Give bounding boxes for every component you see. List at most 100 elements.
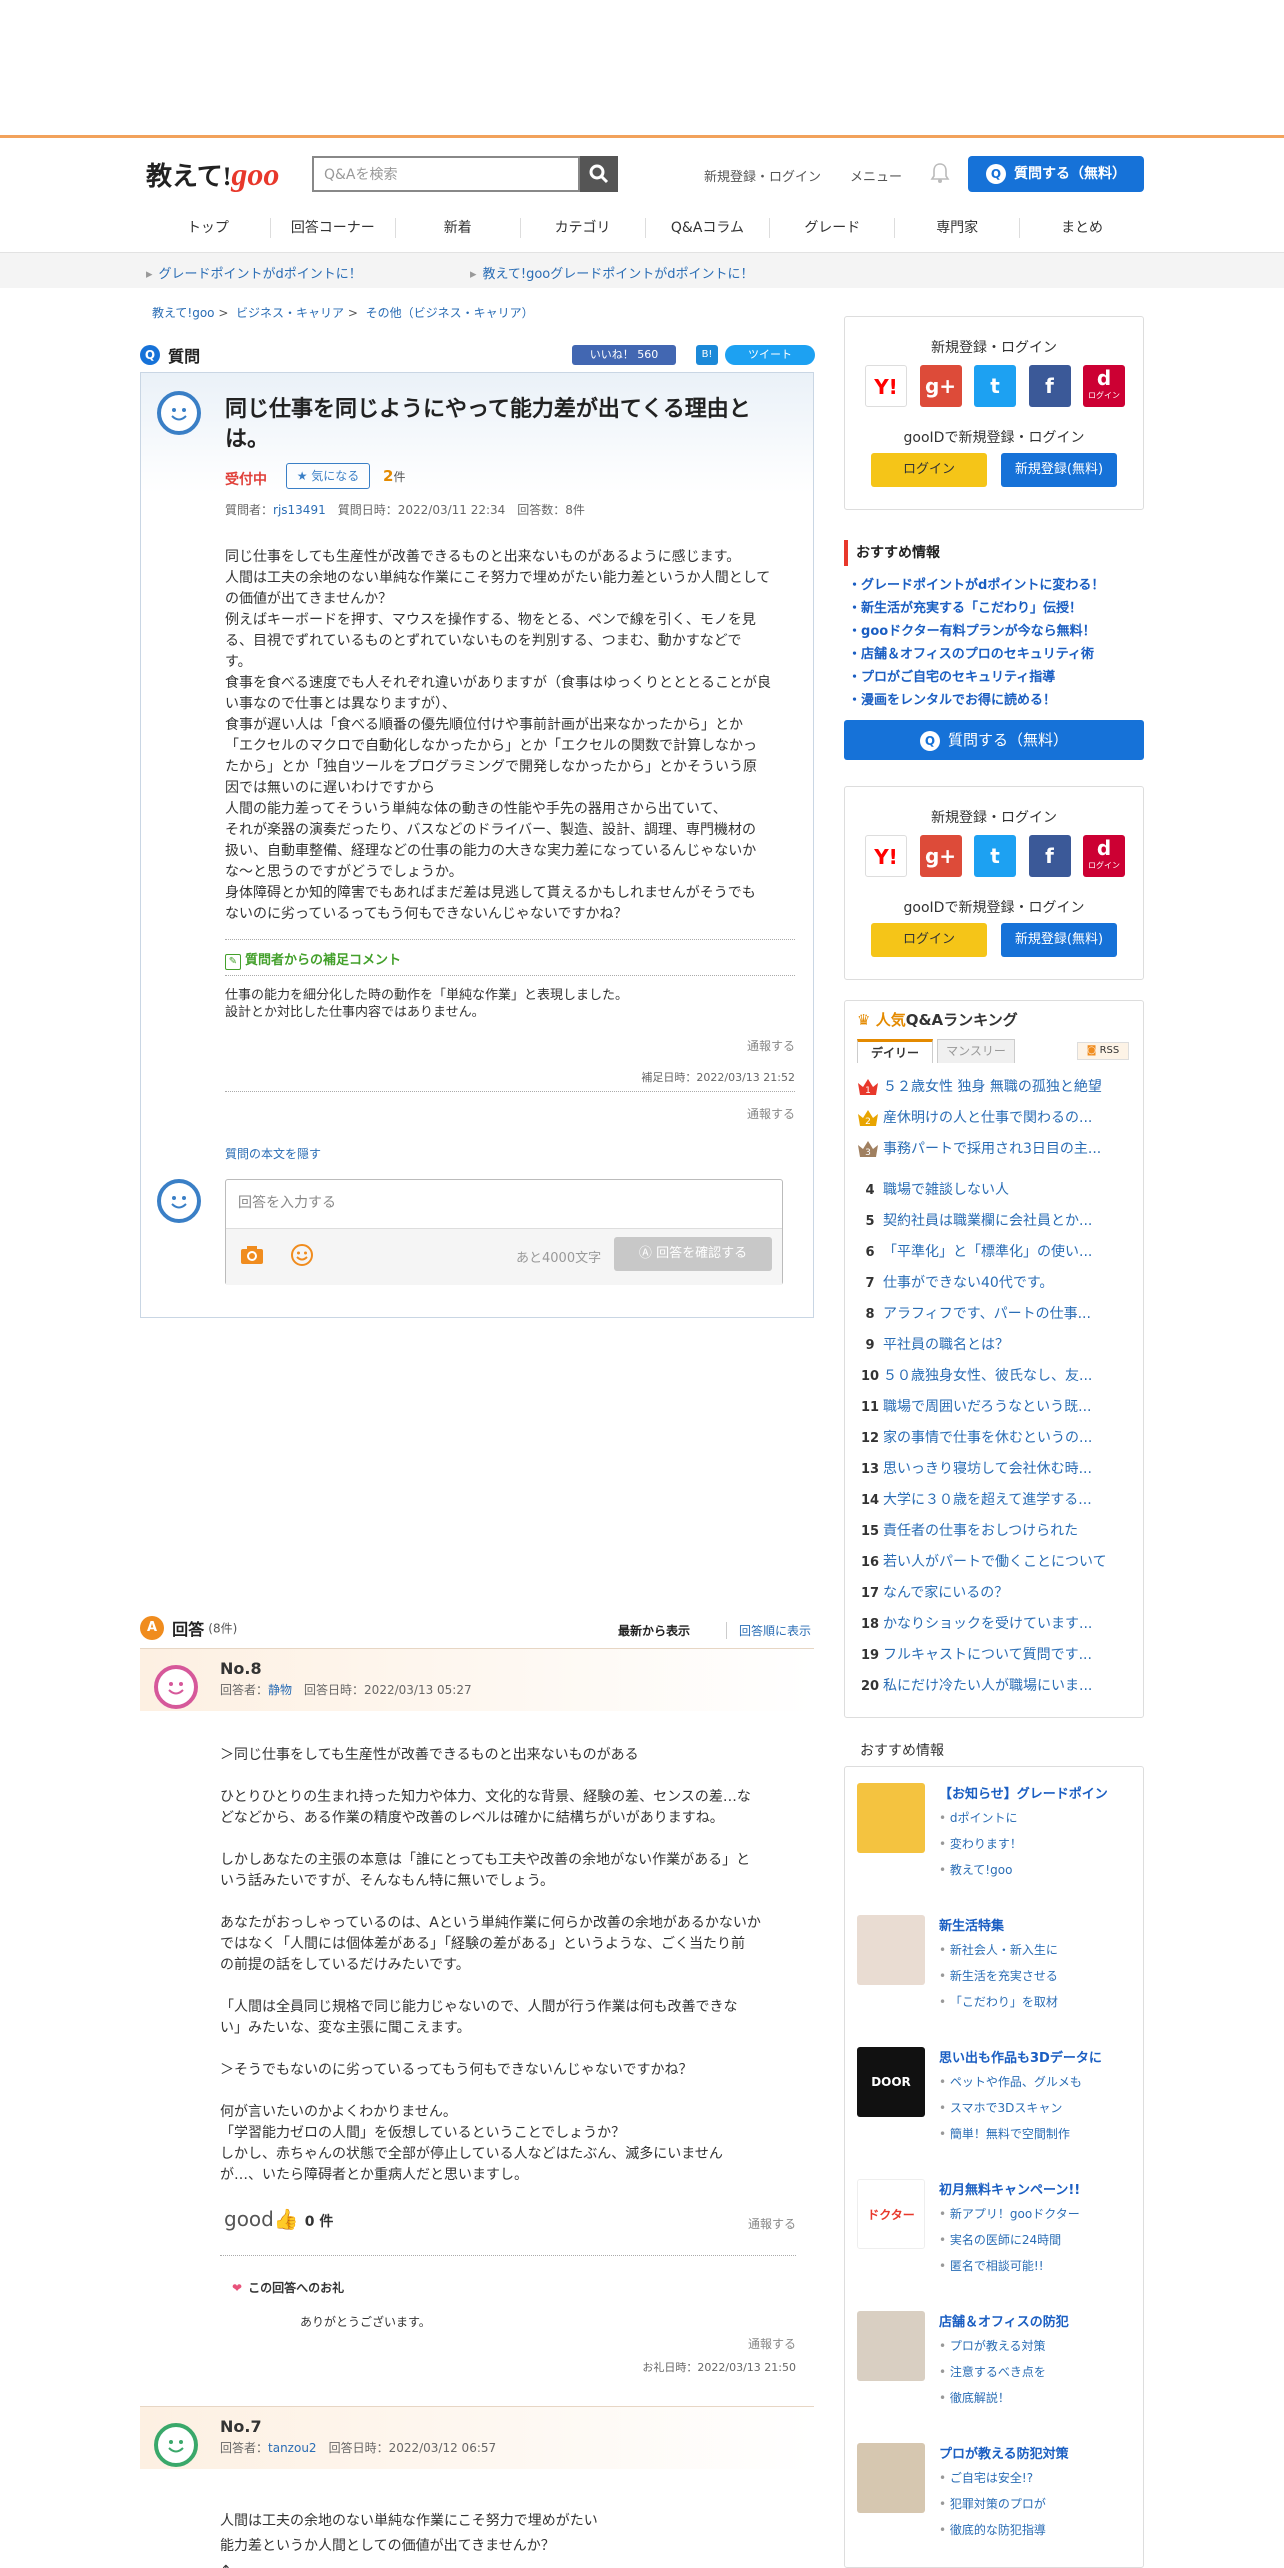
login-button[interactable]: ログイン [871,923,987,957]
feature-link[interactable]: 新生活を充実させる [939,1967,1058,1984]
recommended-link[interactable]: グレードポイントがdポイントに変わる！ [848,574,1148,597]
feature-title[interactable]: 新生活特集 [939,1915,1004,1934]
feature-item[interactable]: プロが教える防犯対策ご自宅は安全!? 犯罪対策のプロが徹底的な防犯指導 [857,2443,1143,2553]
ranking-link[interactable]: 私にだけ冷たい人が職場にいま... [883,1678,1092,1694]
feature-link[interactable]: 徹底的な防犯指導 [939,2521,1046,2538]
breadcrumb-home[interactable]: 教えて!goo [152,306,215,320]
nav-grade[interactable]: グレード [770,218,896,238]
feature-thumbnail[interactable] [857,1915,925,1985]
facebook-icon[interactable]: f [1028,835,1071,877]
ranking-link[interactable]: 大学に３０歳を超えて進学する... [883,1492,1092,1508]
ranking-item[interactable]: 5 契約社員は職業欄に会社員とか... [857,1209,1135,1240]
ranking-link[interactable]: 産休明けの人と仕事で関わるの... [883,1110,1092,1126]
feature-title[interactable]: 思い出も作品も3Dデータに [939,2047,1102,2066]
facebook-like-button[interactable]: いいね！ 560 [572,345,676,365]
ranking-item[interactable]: 2 産休明けの人と仕事で関わるの... [857,1106,1135,1137]
feature-link[interactable]: 注意するべき点を [939,2363,1046,2380]
breadcrumb-subcategory[interactable]: その他（ビジネス・キャリア） [366,306,534,320]
feature-title[interactable]: 初月無料キャンペーン!! [939,2179,1080,2198]
notice-link[interactable]: グレードポイントがdポイントに！ [146,263,362,282]
sort-oldest[interactable]: 回答順に表示 [726,1622,811,1639]
ranking-link[interactable]: ５０歳独身女性、彼氏なし、友... [883,1368,1092,1384]
feature-thumbnail[interactable] [857,1783,925,1853]
bell-icon[interactable] [930,162,950,188]
ranking-link[interactable]: かなりショックを受けています... [883,1616,1092,1632]
ranking-item[interactable]: 7 仕事ができない40代です。 [857,1271,1135,1302]
ranking-item[interactable]: 14 大学に３０歳を超えて進学する... [857,1488,1135,1519]
feature-link[interactable]: dポイントに [939,1809,1018,1826]
ranking-link[interactable]: フルキャストについて質問です... [883,1647,1092,1663]
ranking-link[interactable]: 契約社員は職業欄に会社員とか... [883,1213,1092,1229]
nav-new[interactable]: 新着 [396,218,521,238]
feature-title[interactable]: 店舗＆オフィスの防犯 [939,2311,1069,2330]
feature-title[interactable]: プロが教える防犯対策 [939,2443,1069,2462]
register-login-link[interactable]: 新規登録・ログイン [704,166,821,185]
ranking-link[interactable]: なんで家にいるの？ [883,1585,1008,1601]
feature-thumbnail[interactable] [857,2311,925,2381]
ranking-item[interactable]: 20 私にだけ冷たい人が職場にいま... [857,1674,1135,1705]
sort-newest[interactable]: 最新から表示 [618,1622,690,1639]
breadcrumb-category[interactable]: ビジネス・キャリア [236,306,344,320]
tab-daily[interactable]: デイリー [857,1039,933,1063]
report-link[interactable]: 通報する [748,2335,796,2352]
answer-input[interactable]: 回答を入力する あと4000文字 Ⓐ 回答を確認する [225,1179,783,1285]
search-button[interactable] [580,156,618,192]
ranking-link[interactable]: 「平準化」と「標準化」の使い... [883,1244,1092,1260]
recommended-link[interactable]: gooドクター有料プランが今なら無料！ [848,620,1148,643]
feature-link[interactable]: 簡単！無料で空間制作 [939,2125,1070,2142]
ranking-item[interactable]: 18 かなりショックを受けています... [857,1612,1135,1643]
feature-item[interactable]: DOOR 思い出も作品も3Dデータにペットや作品、グルメもスマホで3Dスキャン簡単… [857,2047,1143,2157]
docomo-icon[interactable]: d ログイン [1083,365,1125,407]
ranking-item[interactable]: 10 ５０歳独身女性、彼氏なし、友... [857,1364,1135,1395]
yahoo-icon[interactable]: Y! [865,835,907,877]
ranking-link[interactable]: 若い人がパートで働くことについて [883,1554,1107,1570]
feature-item[interactable]: 店舗＆オフィスの防犯プロが教える対策注意するべき点を徹底解説！ [857,2311,1143,2421]
feature-link[interactable]: 新アプリ！gooドクター [939,2205,1080,2222]
tweet-button[interactable]: ツイート [725,345,815,365]
asker-name[interactable]: rjs13491 [273,503,326,517]
twitter-icon[interactable]: t [974,835,1016,877]
ranking-link[interactable]: 責任者の仕事をおしつけられた [883,1523,1078,1539]
login-button[interactable]: ログイン [871,453,987,487]
ranking-link[interactable]: 職場で雑談しない人 [883,1182,1009,1198]
recommended-link[interactable]: 新生活が充実する「こだわり」伝授！ [848,597,1148,620]
feature-title[interactable]: 【お知らせ】グレードポイン [939,1783,1108,1802]
ranking-link[interactable]: 平社員の職名とは？ [883,1337,1009,1353]
ranking-item[interactable]: 16 若い人がパートで働くことについて [857,1550,1135,1581]
twitter-icon[interactable]: t [974,365,1016,407]
tab-monthly[interactable]: マンスリー [937,1039,1015,1063]
answerer-avatar[interactable] [154,1665,198,1709]
answerer-name[interactable]: tanzou2 [268,2441,317,2455]
feature-link[interactable]: 新社会人・新入生に [939,1941,1058,1958]
ranking-link[interactable]: アラフィフです、パートの仕事... [883,1306,1091,1322]
feature-item[interactable]: ドクター初月無料キャンペーン!! 新アプリ！gooドクター実名の医師に24時間匿名… [857,2179,1143,2289]
menu-link[interactable]: メニュー [850,166,902,185]
docomo-icon[interactable]: d ログイン [1083,835,1125,877]
ranking-item[interactable]: 8 アラフィフです、パートの仕事... [857,1302,1135,1333]
feature-link[interactable]: 教えて!goo [939,1861,1013,1878]
feature-item[interactable]: 新生活特集新社会人・新入生に新生活を充実させる「こだわり」を取材 [857,1915,1143,2025]
nav-top[interactable]: トップ [146,218,271,238]
nav-column[interactable]: Q&Aコラム [646,218,771,238]
ask-question-button[interactable]: Q 質問する（無料） [968,156,1144,192]
ranking-item[interactable]: 13 思いっきり寝坊して会社休む時... [857,1457,1135,1488]
ranking-item[interactable]: 15 責任者の仕事をおしつけられた [857,1519,1135,1550]
ranking-link[interactable]: 事務パートで採用され3日目の主... [883,1141,1101,1157]
camera-icon[interactable] [240,1245,264,1265]
feature-link[interactable]: 匿名で相談可能!! [939,2257,1044,2274]
register-button[interactable]: 新規登録(無料) [1001,453,1117,487]
feature-link[interactable]: 「こだわり」を取材 [939,1993,1058,2010]
ranking-item[interactable]: 12 家の事情で仕事を休むというの... [857,1426,1135,1457]
feature-link[interactable]: ペットや作品、グルメも [939,2073,1082,2090]
search-input[interactable]: Q&Aを検索 [312,156,580,192]
report-link[interactable]: 通報する [747,1105,795,1122]
ranking-item[interactable]: 9 平社員の職名とは？ [857,1333,1135,1364]
facebook-icon[interactable]: f [1028,365,1071,407]
emoji-icon[interactable] [290,1243,314,1267]
google-icon[interactable]: g+ [919,365,962,407]
feature-link[interactable]: ご自宅は安全!? [939,2469,1033,2486]
register-button[interactable]: 新規登録(無料) [1001,923,1117,957]
ranking-link[interactable]: 職場で周囲いだろうなという既... [883,1399,1092,1415]
ranking-item[interactable]: 1 ５２歳女性 独身 無職の孤独と絶望 [857,1075,1135,1106]
report-link[interactable]: 通報する [747,1037,795,1054]
